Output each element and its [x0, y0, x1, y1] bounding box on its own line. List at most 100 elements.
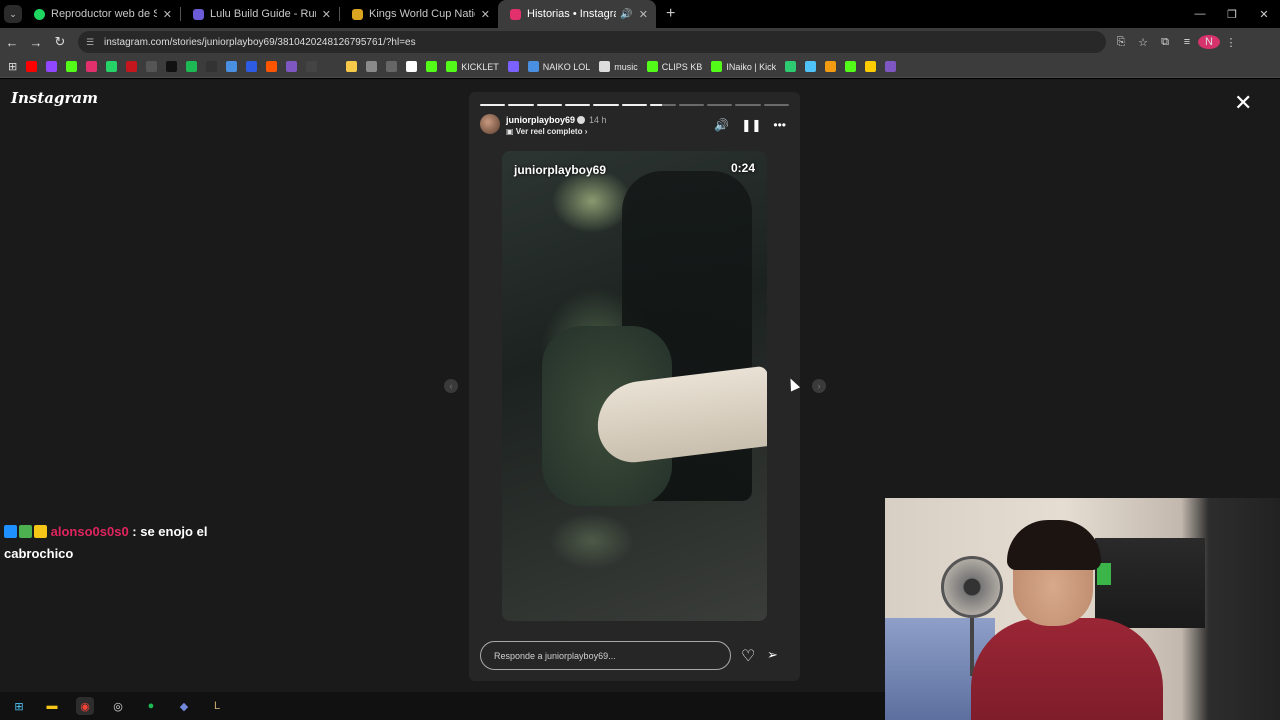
bookmark-favicon-icon[interactable]: [186, 61, 198, 72]
bookmark-favicon-icon[interactable]: [46, 61, 58, 72]
chat-badge-icon: [19, 525, 32, 538]
bookmark-favicon-icon[interactable]: [366, 61, 378, 72]
discord-icon[interactable]: ◆: [175, 697, 193, 715]
apps-grid-icon[interactable]: ⊞: [8, 60, 17, 73]
bookmark-naiko-lol[interactable]: NAIKO LOL: [527, 61, 591, 72]
bookmark-favicon-icon: [226, 61, 238, 72]
extensions-icon[interactable]: ⧉: [1154, 36, 1176, 49]
bookmark-favicon-icon[interactable]: [126, 61, 138, 72]
bookmark-favicon-icon[interactable]: [166, 61, 178, 72]
site-info-icon[interactable]: ☰: [86, 37, 98, 48]
bookmark-label: music: [614, 61, 638, 72]
minimize-icon[interactable]: —: [1184, 0, 1216, 28]
heart-icon[interactable]: ♡: [741, 646, 755, 666]
install-app-icon[interactable]: ⎘: [1110, 36, 1132, 49]
story-progress-segment: [536, 104, 563, 106]
story-viewer: juniorplayboy69 14 h ▣ Ver reel completo …: [469, 92, 800, 681]
crown-badge-icon: [34, 525, 47, 538]
bookmark-favicon-icon[interactable]: [507, 61, 519, 72]
volume-icon[interactable]: 🔊: [714, 118, 729, 132]
bookmark-favicon-icon[interactable]: [26, 61, 38, 72]
toolbar-actions: ⎘ ☆ ⧉ ≡ N ⋮: [1110, 35, 1242, 49]
next-story-icon[interactable]: ›: [812, 379, 826, 393]
bookmark-favicon-icon[interactable]: [306, 61, 318, 72]
chat-badge-icon: [4, 525, 17, 538]
bookmark-star-icon[interactable]: ☆: [1132, 36, 1154, 49]
bookmark-favicon-icon[interactable]: [226, 61, 238, 72]
bookmark-favicon-icon[interactable]: [106, 61, 118, 72]
tab-instagram-stories[interactable]: Historias • Instagram 🔊 ✕: [498, 0, 656, 28]
browser-toolbar: ← → ↻ ☰ instagram.com/stories/juniorplay…: [0, 28, 1280, 56]
bookmark-inaiko-kick[interactable]: INaiko | Kick: [711, 61, 776, 72]
video-timer: 0:24: [730, 161, 755, 175]
send-icon[interactable]: ➢: [767, 647, 778, 663]
story-username[interactable]: juniorplayboy69: [506, 115, 575, 125]
close-tab-icon[interactable]: ✕: [163, 8, 172, 21]
pause-icon[interactable]: ❚❚: [741, 118, 761, 132]
spotify-icon[interactable]: ●: [142, 697, 160, 715]
bookmark-favicon-icon[interactable]: [206, 61, 218, 72]
forward-arrow-icon[interactable]: →: [24, 35, 48, 50]
reload-icon[interactable]: ↻: [48, 34, 72, 50]
bookmark-favicon-icon: [206, 61, 218, 72]
bookmark-favicon-icon[interactable]: [426, 61, 438, 72]
address-bar[interactable]: ☰ instagram.com/stories/juniorplayboy69/…: [78, 31, 1106, 53]
bookmark-favicon-icon[interactable]: [785, 61, 797, 72]
bookmark-favicon-icon[interactable]: [386, 61, 398, 72]
bookmark-favicon-icon[interactable]: [865, 61, 877, 72]
bookmark-favicon-icon[interactable]: [146, 61, 158, 72]
chrome-icon[interactable]: ◉: [76, 697, 94, 715]
close-icon[interactable]: ✕: [1234, 92, 1252, 114]
instagram-logo[interactable]: Instagram: [11, 89, 98, 107]
bookmark-label: INaiko | Kick: [726, 61, 777, 72]
bookmark-favicon-icon: [266, 61, 278, 72]
previous-story-icon[interactable]: ‹: [444, 379, 458, 393]
bookmark-favicon-icon[interactable]: [406, 61, 418, 72]
more-options-icon[interactable]: •••: [773, 118, 786, 132]
close-tab-icon[interactable]: ✕: [639, 8, 648, 21]
bookmark-favicon-icon[interactable]: [86, 61, 98, 72]
restore-icon[interactable]: ❐: [1216, 0, 1248, 28]
windows-start-icon[interactable]: ⊞: [10, 697, 28, 715]
bookmark-favicon-icon: [106, 61, 118, 72]
profile-avatar[interactable]: N: [1198, 35, 1220, 49]
close-tab-icon[interactable]: ✕: [322, 8, 331, 21]
tab-spotify[interactable]: Reproductor web de Spotify: m ✕: [22, 0, 180, 28]
bookmark-favicon-icon[interactable]: [326, 61, 338, 72]
bookmark-label: NAIKO LOL: [542, 61, 591, 72]
bookmark-favicon-icon[interactable]: [885, 61, 897, 72]
story-header-user[interactable]: juniorplayboy69 14 h: [506, 115, 607, 125]
league-client-icon[interactable]: L: [208, 697, 226, 715]
speaker-icon[interactable]: 🔊: [620, 9, 632, 20]
bookmark-favicon-icon[interactable]: [246, 61, 258, 72]
view-full-reel-link[interactable]: ▣ Ver reel completo ›: [506, 127, 587, 136]
story-progress-segment: [650, 104, 676, 106]
bookmark-favicon-icon[interactable]: [805, 61, 817, 72]
media-controls-icon[interactable]: ≡: [1176, 36, 1198, 48]
file-explorer-icon[interactable]: ▬: [43, 697, 61, 715]
menu-kebab-icon[interactable]: ⋮: [1220, 36, 1242, 49]
new-tab-button[interactable]: +: [666, 5, 675, 23]
back-arrow-icon[interactable]: ←: [0, 35, 24, 50]
bookmark-favicon-icon[interactable]: [346, 61, 358, 72]
bookmark-favicon-icon[interactable]: [66, 61, 78, 72]
bookmark-favicon-icon: [711, 61, 723, 72]
bookmark-favicon-icon[interactable]: [825, 61, 837, 72]
close-tab-icon[interactable]: ✕: [481, 8, 490, 21]
close-window-icon[interactable]: ✕: [1248, 0, 1280, 28]
obs-icon[interactable]: ◎: [109, 697, 127, 715]
story-video[interactable]: juniorplayboy69 0:24: [502, 151, 767, 621]
bookmark-favicon-icon[interactable]: [266, 61, 278, 72]
bookmark-favicon-icon: [286, 61, 298, 72]
bookmark-kicklet[interactable]: KICKLET: [446, 61, 499, 72]
bookmark-clips-kb[interactable]: CLIPS KB: [646, 61, 702, 72]
bookmark-favicon-icon[interactable]: [845, 61, 857, 72]
bookmark-favicon-icon[interactable]: [286, 61, 298, 72]
avatar[interactable]: [480, 114, 500, 134]
bookmark-music[interactable]: music: [599, 61, 638, 72]
bookmark-favicon-icon: [426, 61, 438, 72]
reply-input[interactable]: [480, 641, 731, 670]
tab-lulu-build[interactable]: Lulu Build Guide - Runes, Items ✕: [181, 0, 339, 28]
tab-kings-world-cup[interactable]: Kings World Cup Nations 2026 ✕: [340, 0, 498, 28]
tab-search-icon[interactable]: ⌄: [4, 5, 22, 23]
